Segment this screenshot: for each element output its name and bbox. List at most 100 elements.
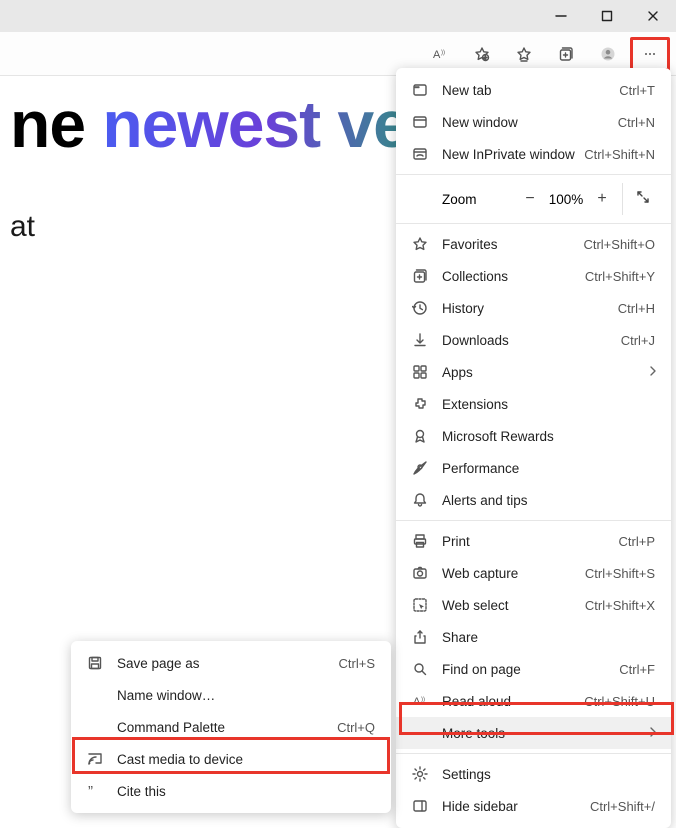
menu-item-label: Web capture [442,566,585,581]
menu-item-label: Performance [442,461,655,476]
menu-item-label: Favorites [442,237,583,252]
menu-item-label: New InPrivate window [442,147,584,162]
chevron-right-icon [645,363,661,382]
submenu-name-window-[interactable]: Name window… [71,679,391,711]
menu-item-label: Print [442,534,619,549]
menu-item-shortcut: Ctrl+S [339,656,375,671]
menu-item-label: Extensions [442,397,655,412]
menu-item-label: Cast media to device [117,752,375,767]
submenu-cite-this[interactable]: ”Cite this [71,775,391,807]
read-aloud-icon[interactable]: A)) [420,37,460,71]
svg-text:)): )) [441,50,445,56]
menu-extensions[interactable]: Extensions [396,388,671,420]
collections-icon[interactable] [546,37,586,71]
performance-icon [412,460,428,476]
menu-item-label: History [442,301,618,316]
fullscreen-button[interactable] [629,189,657,210]
window-icon [412,114,428,130]
menu-microsoft-rewards[interactable]: Microsoft Rewards [396,420,671,452]
zoom-out-button[interactable]: − [516,190,544,208]
menu-share[interactable]: Share [396,621,671,653]
zoom-row: Zoom−100%+ [396,179,671,219]
extensions-icon [412,396,428,412]
menu-alerts-and-tips[interactable]: Alerts and tips [396,484,671,516]
add-favorite-icon[interactable] [462,37,502,71]
menu-item-label: Settings [442,767,655,782]
star-icon [412,236,428,252]
menu-item-shortcut: Ctrl+H [618,301,655,316]
menu-item-shortcut: Ctrl+P [619,534,655,549]
share-icon [412,629,428,645]
profile-icon[interactable] [588,37,628,71]
history-icon [412,300,428,316]
zoom-value: 100% [544,192,588,207]
find-icon [412,661,428,677]
save-icon [87,655,103,671]
download-icon [412,332,428,348]
maximize-button[interactable] [584,0,630,32]
rewards-icon [412,428,428,444]
menu-item-label: Name window… [117,688,375,703]
menu-history[interactable]: HistoryCtrl+H [396,292,671,324]
menu-item-label: Hide sidebar [442,799,590,814]
menu-favorites[interactable]: FavoritesCtrl+Shift+O [396,228,671,260]
menu-item-label: More tools [442,726,655,741]
capture-icon [412,565,428,581]
menu-more-tools[interactable]: More tools [396,717,671,749]
menu-item-shortcut: Ctrl+J [621,333,655,348]
settings-and-more-button[interactable] [630,37,670,71]
menu-apps[interactable]: Apps [396,356,671,388]
settings-icon [412,766,428,782]
minimize-button[interactable] [538,0,584,32]
headline: ne newest ver [10,86,434,162]
submenu-command-palette[interactable]: Command PaletteCtrl+Q [71,711,391,743]
subtext: at [10,210,434,244]
menu-read-aloud[interactable]: A))Read aloudCtrl+Shift+U [396,685,671,717]
menu-item-label: Downloads [442,333,621,348]
print-icon [412,533,428,549]
tab-icon [412,82,428,98]
menu-item-shortcut: Ctrl+Shift+N [584,147,655,162]
menu-hide-sidebar[interactable]: Hide sidebarCtrl+Shift+/ [396,790,671,822]
more-tools-submenu: Save page asCtrl+S Name window… Command Pa… [71,641,391,813]
menu-settings[interactable]: Settings [396,758,671,790]
menu-collections[interactable]: CollectionsCtrl+Shift+Y [396,260,671,292]
headline-plain: ne [10,87,102,161]
inprivate-icon [412,146,428,162]
menu-item-label: Microsoft Rewards [442,429,655,444]
menu-item-label: Alerts and tips [442,493,655,508]
submenu-save-page-as[interactable]: Save page asCtrl+S [71,647,391,679]
chevron-right-icon [645,724,661,743]
select-icon [412,597,428,613]
menu-item-label: Share [442,630,655,645]
collections-icon [412,268,428,284]
zoom-label: Zoom [442,192,516,207]
sidebar-icon [412,798,428,814]
close-button[interactable] [630,0,676,32]
menu-new-window[interactable]: New windowCtrl+N [396,106,671,138]
menu-item-shortcut: Ctrl+Shift+U [584,694,655,709]
menu-new-inprivate-window[interactable]: New InPrivate windowCtrl+Shift+N [396,138,671,170]
menu-performance[interactable]: Performance [396,452,671,484]
menu-item-label: Save page as [117,656,339,671]
menu-item-shortcut: Ctrl+Shift+Y [585,269,655,284]
menu-item-label: Collections [442,269,585,284]
menu-item-label: New tab [442,83,619,98]
menu-new-tab[interactable]: New tabCtrl+T [396,74,671,106]
menu-item-label: Read aloud [442,694,584,709]
menu-downloads[interactable]: DownloadsCtrl+J [396,324,671,356]
titlebar [0,0,676,32]
menu-item-shortcut: Ctrl+Shift+S [585,566,655,581]
svg-text:A: A [413,696,421,708]
bell-icon [412,492,428,508]
menu-find-on-page[interactable]: Find on pageCtrl+F [396,653,671,685]
apps-icon [412,364,428,380]
menu-item-shortcut: Ctrl+Q [337,720,375,735]
zoom-in-button[interactable]: + [588,190,616,208]
favorites-icon[interactable] [504,37,544,71]
menu-web-select[interactable]: Web selectCtrl+Shift+X [396,589,671,621]
svg-text:”: ” [88,783,93,799]
submenu-cast-media-to-device[interactable]: Cast media to device [71,743,391,775]
menu-web-capture[interactable]: Web captureCtrl+Shift+S [396,557,671,589]
menu-print[interactable]: PrintCtrl+P [396,525,671,557]
